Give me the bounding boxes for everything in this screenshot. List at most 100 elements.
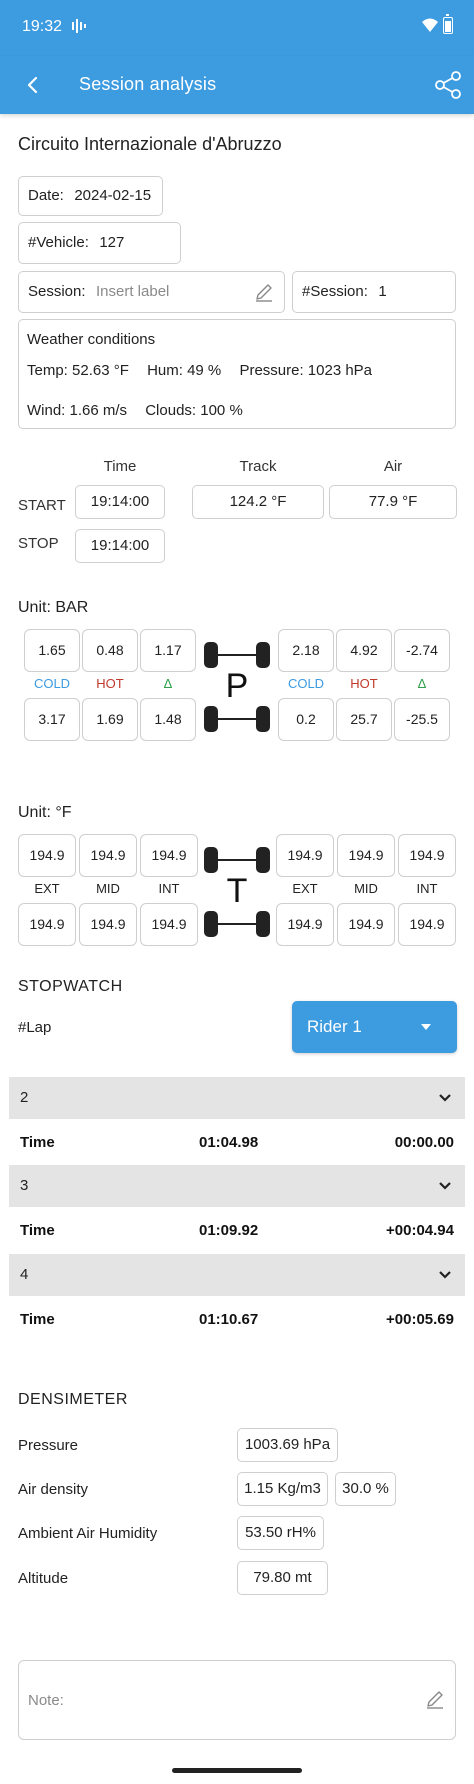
temp-rr-ext[interactable]: 194.9 <box>276 903 334 946</box>
lap-time-label: Time <box>20 1134 55 1151</box>
temp-ext-label-left: EXT <box>34 881 60 896</box>
battery-icon <box>443 14 453 34</box>
pressure-fr-cold[interactable]: 2.18 <box>278 629 334 672</box>
pressure-rl-hot[interactable]: 1.69 <box>82 698 138 741</box>
lap-time-label: Time <box>20 1311 55 1328</box>
pencil-icon[interactable] <box>254 282 274 302</box>
densimeter-title: DENSIMETER <box>18 1391 128 1408</box>
pressure-unit: Unit: BAR <box>18 599 89 616</box>
lap-number: 4 <box>20 1266 29 1283</box>
densimeter-density-percent[interactable]: 30.0 % <box>335 1472 396 1506</box>
air-temp-field[interactable]: 77.9 °F <box>329 485 457 519</box>
track-temp-field[interactable]: 124.2 °F <box>192 485 324 519</box>
pressure-fl-delta[interactable]: 1.17 <box>140 629 196 672</box>
session-label-field[interactable]: Session: Insert label <box>18 271 285 313</box>
rider-dropdown[interactable]: Rider 1 <box>292 1001 457 1053</box>
pressure-hot-label-right: HOT <box>350 676 378 691</box>
date-value: 2024-02-15 <box>74 187 152 204</box>
pressure-rr-cold[interactable]: 0.2 <box>278 698 334 741</box>
rider-selected-value: Rider 1 <box>307 1017 362 1036</box>
pressure-fr-delta[interactable]: -2.74 <box>394 629 450 672</box>
temp-fl-mid[interactable]: 194.9 <box>79 834 137 877</box>
densimeter-pressure-value[interactable]: 1003.69 hPa <box>237 1428 338 1462</box>
weather-wind: Wind: 1.66 m/s <box>27 402 128 419</box>
pressure-fl-cold[interactable]: 1.65 <box>24 629 80 672</box>
temp-rr-mid[interactable]: 194.9 <box>337 903 395 946</box>
temp-mid-label-right: MID <box>354 881 378 896</box>
densimeter-humidity-value[interactable]: 53.50 rH% <box>237 1516 324 1550</box>
densimeter-humidity-label: Ambient Air Humidity <box>18 1525 158 1542</box>
pencil-icon[interactable] <box>425 1689 445 1709</box>
temp-fl-int[interactable]: 194.9 <box>140 834 198 877</box>
stopwatch-title: STOPWATCH <box>18 978 123 995</box>
session-input-placeholder[interactable]: Insert label <box>96 283 169 300</box>
temp-fr-ext[interactable]: 194.9 <box>276 834 334 877</box>
densimeter-altitude-value[interactable]: 79.80 mt <box>237 1561 328 1595</box>
pressure-rr-hot[interactable]: 25.7 <box>336 698 392 741</box>
lap-number: 2 <box>20 1089 29 1106</box>
pressure-fr-hot[interactable]: 4.92 <box>336 629 392 672</box>
circuit-name: Circuito Internazionale d'Abruzzo <box>18 134 282 154</box>
temp-rl-mid[interactable]: 194.9 <box>79 903 137 946</box>
weather-row-1: Temp: 52.63 °F Hum: 49 % Pressure: 1023 … <box>27 362 372 379</box>
temp-fl-ext[interactable]: 194.9 <box>18 834 76 877</box>
vehicle-label: #Vehicle: <box>28 234 89 251</box>
session-number-field[interactable]: #Session: 1 <box>292 271 456 313</box>
share-icon[interactable] <box>432 69 464 101</box>
pressure-hot-label-left: HOT <box>96 676 124 691</box>
temp-mid-label-left: MID <box>96 881 120 896</box>
gesture-nav-handle[interactable] <box>172 1768 302 1773</box>
date-field[interactable]: Date: 2024-02-15 <box>18 176 163 216</box>
start-label: START <box>18 497 66 514</box>
weather-row-2: Wind: 1.66 m/s Clouds: 100 % <box>27 402 243 419</box>
lap-delta: 00:00.00 <box>394 1134 454 1151</box>
status-time: 19:32 <box>22 18 63 35</box>
pressure-rl-cold[interactable]: 3.17 <box>24 698 80 741</box>
temp-fr-mid[interactable]: 194.9 <box>337 834 395 877</box>
lap-header[interactable]: 3 <box>9 1165 465 1207</box>
temp-rl-ext[interactable]: 194.9 <box>18 903 76 946</box>
lap-row: Time 01:09.92 +00:04.94 <box>9 1210 465 1250</box>
temp-rl-int[interactable]: 194.9 <box>140 903 198 946</box>
session-number-value: 1 <box>378 283 387 300</box>
lap-time: 01:10.67 <box>199 1311 259 1328</box>
temp-int-label-right: INT <box>416 881 438 896</box>
lap-label: #Lap <box>18 1019 52 1036</box>
temp-rr-int[interactable]: 194.9 <box>398 903 456 946</box>
temp-fr-int[interactable]: 194.9 <box>398 834 456 877</box>
vehicle-field[interactable]: #Vehicle: 127 <box>18 222 181 264</box>
session-number-label: #Session: <box>302 283 368 300</box>
densimeter-density-value[interactable]: 1.15 Kg/m3 <box>237 1472 328 1506</box>
lap-time: 01:04.98 <box>199 1134 259 1151</box>
lap-header[interactable]: 4 <box>9 1254 465 1296</box>
session-label: Session: <box>28 283 86 300</box>
app-bar: Session analysis <box>0 56 474 114</box>
chevron-down-icon <box>439 1094 451 1102</box>
chevron-down-icon <box>439 1271 451 1279</box>
start-time-field[interactable]: 19:14:00 <box>75 485 165 519</box>
pressure-fl-hot[interactable]: 0.48 <box>82 629 138 672</box>
dropdown-arrow-icon <box>421 1024 431 1030</box>
pressure-cold-label-right: COLD <box>287 676 325 691</box>
weather-panel: Weather conditions Temp: 52.63 °F Hum: 4… <box>18 319 456 429</box>
lap-delta: +00:04.94 <box>386 1222 454 1239</box>
vehicle-value: 127 <box>99 234 125 251</box>
note-field[interactable]: Note: <box>18 1660 456 1740</box>
weather-humidity: Hum: 49 % <box>147 362 222 379</box>
lap-row: Time 01:04.98 00:00.00 <box>9 1122 465 1162</box>
pressure-delta-label-left: Δ <box>163 676 173 691</box>
lap-time: 01:09.92 <box>199 1222 259 1239</box>
temp-int-label-left: INT <box>158 881 180 896</box>
lap-header[interactable]: 2 <box>9 1077 465 1119</box>
lap-time-label: Time <box>20 1222 55 1239</box>
pressure-rl-delta[interactable]: 1.48 <box>140 698 196 741</box>
note-placeholder: Note: <box>28 1692 64 1709</box>
weather-pressure: Pressure: 1023 hPa <box>239 362 373 379</box>
pressure-rr-delta[interactable]: -25.5 <box>394 698 450 741</box>
time-column-header: Time <box>103 458 137 475</box>
lap-delta: +00:05.69 <box>386 1311 454 1328</box>
rear-axle-icon <box>204 706 270 732</box>
stop-time-field[interactable]: 19:14:00 <box>75 529 165 563</box>
back-arrow-icon[interactable] <box>18 70 48 100</box>
chevron-down-icon <box>439 1182 451 1190</box>
